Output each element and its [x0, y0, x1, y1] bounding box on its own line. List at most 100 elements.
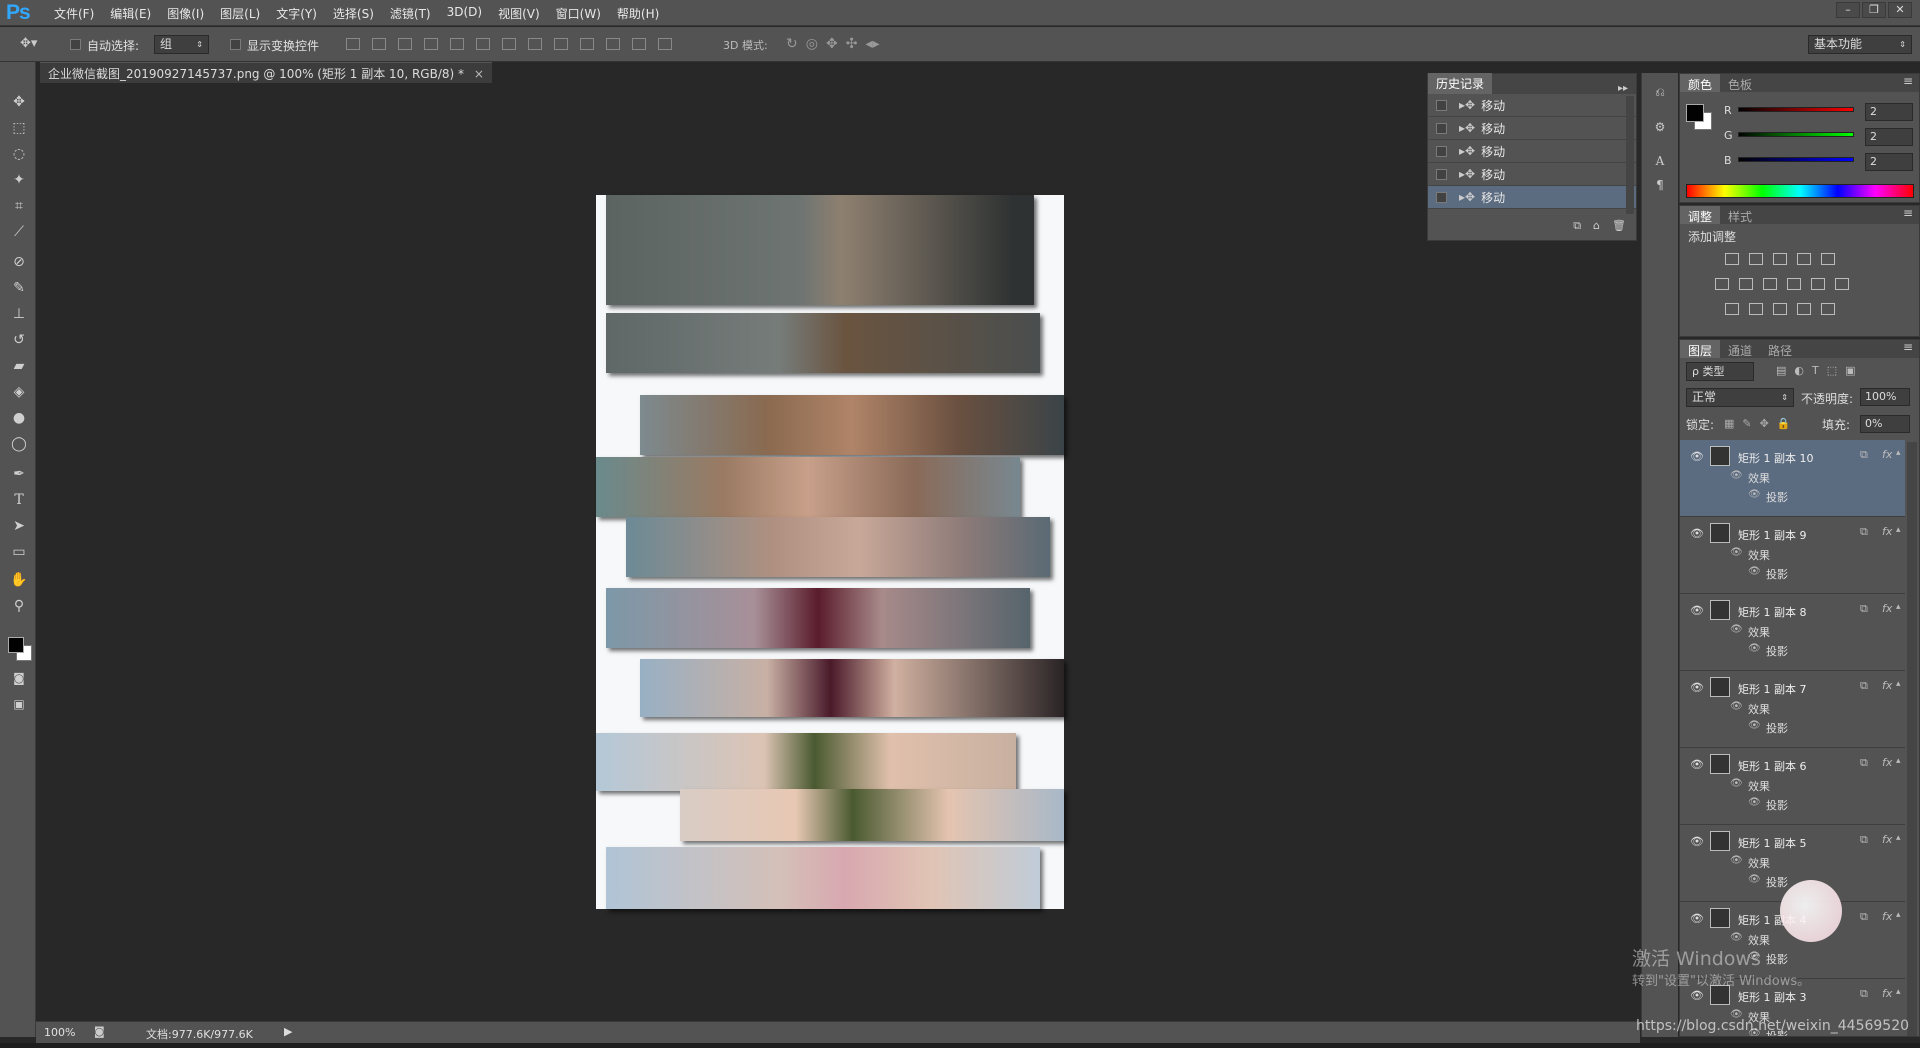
hue-saturation-icon[interactable] — [1715, 278, 1729, 290]
eraser-tool-icon[interactable]: ▰ — [8, 356, 30, 376]
layer-link-icon[interactable]: ⧉ — [1860, 756, 1868, 770]
auto-align-icon[interactable] — [658, 38, 672, 50]
color-foreground-swatch[interactable] — [1686, 104, 1704, 122]
r-slider[interactable] — [1738, 107, 1854, 112]
align-left-icon[interactable] — [424, 38, 438, 50]
layer-link-icon[interactable]: ⧉ — [1860, 602, 1868, 616]
expand-arrow-icon[interactable]: ▴ — [1896, 525, 1901, 535]
history-item-selected[interactable]: ▸✥ 移动 — [1428, 186, 1636, 209]
visibility-eye-icon[interactable]: 👁 — [1690, 758, 1704, 771]
3d-roll-icon[interactable]: ◎ — [806, 36, 818, 52]
brush-tool-icon[interactable]: ✎ — [8, 278, 30, 298]
align-right-icon[interactable] — [476, 38, 490, 50]
history-item[interactable]: ▸✥ 移动 — [1428, 117, 1636, 140]
layer-row[interactable]: 👁 矩形 1 副本 10 ⧉ fx ▴ 👁 效果 👁 投影 — [1680, 440, 1905, 517]
b-value-input[interactable]: 2 — [1865, 153, 1913, 171]
menu-layer[interactable]: 图层(L) — [212, 5, 268, 22]
history-item[interactable]: ▸✥ 移动 — [1428, 140, 1636, 163]
show-transform-checkbox[interactable] — [230, 37, 241, 51]
layer-row[interactable]: 👁 矩形 1 副本 8 ⧉ fx ▴ 👁 效果 👁 投影 — [1680, 594, 1905, 671]
distribute-bottom-icon[interactable] — [554, 38, 568, 50]
black-white-icon[interactable] — [1763, 278, 1777, 290]
invert-icon[interactable] — [1725, 303, 1739, 315]
visibility-eye-icon[interactable]: 👁 — [1690, 450, 1704, 463]
vibrance-icon[interactable] — [1821, 253, 1835, 265]
layer-name[interactable]: 矩形 1 副本 3 — [1738, 989, 1807, 1005]
menu-view[interactable]: 视图(V) — [490, 5, 548, 22]
delete-state-icon[interactable]: 🗑 — [1612, 219, 1626, 235]
posterize-icon[interactable] — [1749, 303, 1763, 315]
fx-icon[interactable]: fx — [1882, 679, 1892, 692]
3d-slide-icon[interactable]: ✣ — [846, 36, 858, 52]
panel-menu-icon[interactable]: ≡ — [1903, 206, 1913, 224]
g-value-input[interactable]: 2 — [1865, 128, 1913, 146]
layer-row[interactable]: 👁 矩形 1 副本 6 ⧉ fx ▴ 👁 效果 👁 投影 — [1680, 748, 1905, 825]
curves-icon[interactable] — [1773, 253, 1787, 265]
close-document-icon[interactable]: × — [474, 67, 484, 81]
type-tool-icon[interactable]: T — [8, 490, 30, 510]
lock-transparency-icon[interactable]: ▦ — [1724, 417, 1734, 430]
marquee-tool-icon[interactable]: ⬚ — [8, 118, 30, 138]
dodge-tool-icon[interactable]: ◯ — [8, 434, 30, 454]
expand-arrow-icon[interactable]: ▴ — [1896, 756, 1901, 766]
layer-name[interactable]: 矩形 1 副本 10 — [1738, 450, 1814, 466]
fx-icon[interactable]: fx — [1882, 987, 1892, 1000]
color-tab[interactable]: 颜色 — [1680, 74, 1721, 92]
healing-brush-tool-icon[interactable]: ⊘ — [8, 252, 30, 272]
lock-pixels-icon[interactable]: ✎ — [1742, 417, 1751, 430]
adjustment-filter-icon[interactable]: ◐ — [1794, 364, 1804, 377]
shadow-eye-icon[interactable]: 👁 — [1748, 566, 1761, 577]
distribute-vcenter-icon[interactable] — [528, 38, 542, 50]
visibility-eye-icon[interactable]: 👁 — [1690, 835, 1704, 848]
menu-3d[interactable]: 3D(D) — [439, 5, 490, 22]
layer-name[interactable]: 矩形 1 副本 6 — [1738, 758, 1807, 774]
fx-icon[interactable]: fx — [1882, 448, 1892, 461]
lock-all-icon[interactable]: 🔒 — [1777, 417, 1791, 430]
history-brush-tool-icon[interactable]: ↺ — [8, 330, 30, 350]
distribute-hcenter-icon[interactable] — [606, 38, 620, 50]
document-canvas[interactable] — [596, 195, 1064, 909]
layer-row[interactable]: 👁 矩形 1 副本 7 ⧉ fx ▴ 👁 效果 👁 投影 — [1680, 671, 1905, 748]
color-spectrum-ramp[interactable] — [1686, 184, 1914, 198]
selective-color-icon[interactable] — [1797, 303, 1811, 315]
expand-arrow-icon[interactable]: ▴ — [1896, 679, 1901, 689]
move-tool-preset-icon[interactable]: ✥▾ — [20, 36, 37, 51]
expand-arrow-icon[interactable]: ▴ — [1896, 987, 1901, 997]
crop-tool-icon[interactable]: ⌗ — [8, 196, 30, 216]
swatches-tab[interactable]: 色板 — [1720, 74, 1760, 92]
panel-menu-icon[interactable]: ≡ — [1903, 74, 1913, 92]
align-top-icon[interactable] — [346, 38, 360, 50]
effects-eye-icon[interactable]: 👁 — [1730, 855, 1743, 866]
fx-icon[interactable]: fx — [1882, 910, 1892, 923]
hand-tool-icon[interactable]: ✋ — [8, 570, 30, 590]
layer-name[interactable]: 矩形 1 副本 9 — [1738, 527, 1807, 543]
quick-mask-icon[interactable]: ◙ — [8, 668, 30, 688]
menu-filter[interactable]: 滤镜(T) — [382, 5, 439, 22]
layers-scrollbar[interactable] — [1907, 442, 1917, 1036]
threshold-icon[interactable] — [1773, 303, 1787, 315]
channels-tab[interactable]: 通道 — [1720, 340, 1760, 358]
new-document-from-state-icon[interactable]: ⧉ — [1573, 219, 1581, 235]
bucket-tool-icon[interactable]: ◈ — [8, 382, 30, 402]
workspace-dropdown[interactable]: 基本功能 ⇕ — [1808, 35, 1912, 54]
status-info-icon[interactable]: ◙ — [94, 1025, 105, 1038]
panel-menu-icon[interactable]: ≡ — [1903, 340, 1913, 358]
smart-object-filter-icon[interactable]: ▣ — [1845, 364, 1855, 377]
rectangle-tool-icon[interactable]: ▭ — [8, 542, 30, 562]
layer-link-icon[interactable]: ⧉ — [1860, 448, 1868, 462]
minimize-button[interactable]: – — [1836, 2, 1860, 18]
g-slider[interactable] — [1738, 132, 1854, 137]
blend-mode-dropdown[interactable]: 正常 ⇕ — [1686, 388, 1794, 407]
status-menu-arrow-icon[interactable]: ▶ — [284, 1025, 292, 1038]
new-snapshot-icon[interactable]: ⌂ — [1593, 219, 1600, 235]
r-value-input[interactable]: 2 — [1865, 103, 1913, 121]
expand-arrow-icon[interactable]: ▴ — [1896, 833, 1901, 843]
restore-button[interactable]: ❐ — [1862, 2, 1886, 18]
expand-arrow-icon[interactable]: ▴ — [1896, 602, 1901, 612]
menu-select[interactable]: 选择(S) — [325, 5, 382, 22]
magic-wand-tool-icon[interactable]: ✦ — [8, 170, 30, 190]
history-panel-icon[interactable]: ⎌ — [1650, 85, 1670, 100]
auto-select-dropdown[interactable]: 组 ⇕ — [154, 35, 209, 54]
visibility-eye-icon[interactable]: 👁 — [1690, 604, 1704, 617]
3d-rotate-icon[interactable]: ↻ — [786, 36, 798, 52]
